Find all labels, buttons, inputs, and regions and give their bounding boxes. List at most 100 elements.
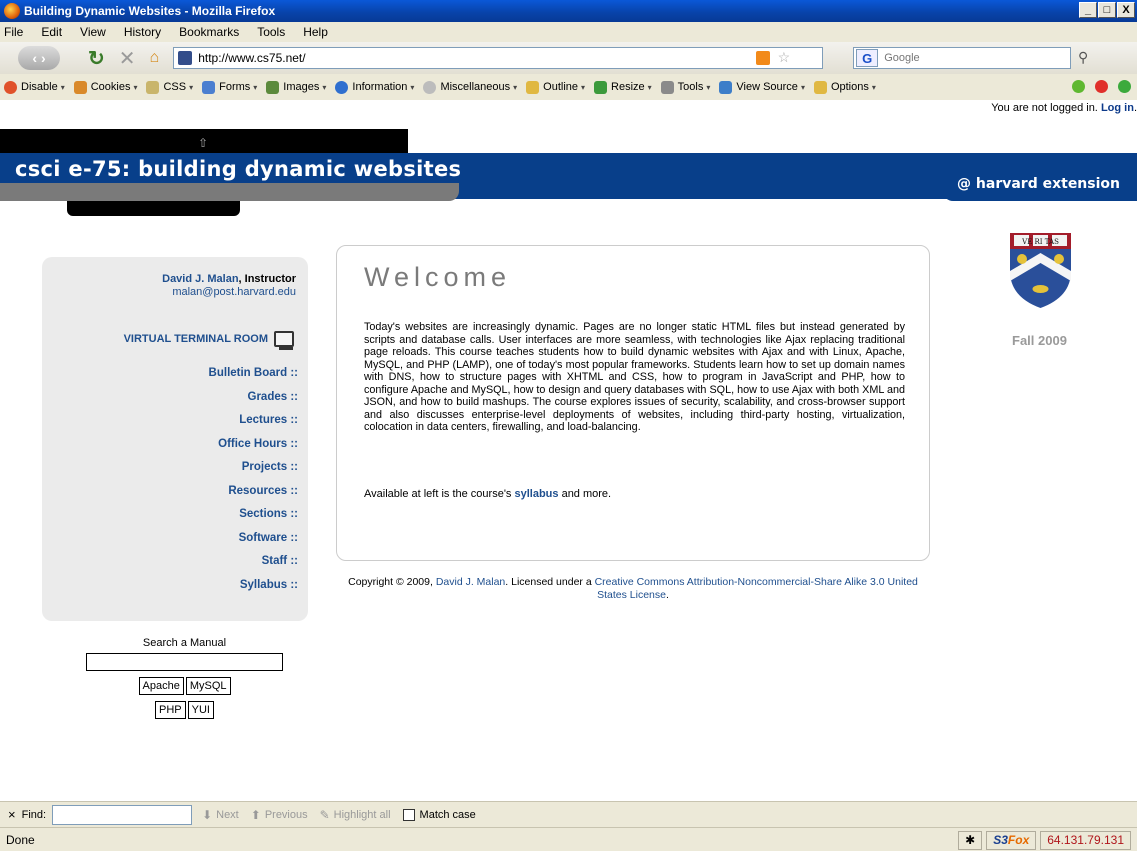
license-link[interactable]: Creative Commons Attribution-Noncommerci… bbox=[595, 576, 918, 601]
dev-resize-menu[interactable]: Resize ▾ bbox=[594, 80, 652, 94]
firebug-bug-icon[interactable]: ✱ bbox=[958, 830, 983, 850]
nav-bulletin-board[interactable]: Bulletin Board :: bbox=[209, 367, 298, 379]
close-button[interactable]: X bbox=[1117, 2, 1135, 18]
harvard-extension-label[interactable]: @ harvard extension bbox=[957, 176, 1120, 192]
yui-button[interactable]: YUI bbox=[187, 701, 214, 719]
maximize-button[interactable]: □ bbox=[1098, 2, 1116, 18]
highlight-all-label: Highlight all bbox=[333, 808, 391, 821]
menu-history[interactable]: History bbox=[124, 25, 161, 39]
dev-information-menu[interactable]: Information ▾ bbox=[335, 80, 414, 94]
virtual-terminal-room-link[interactable]: VIRTUAL TERMINAL ROOM bbox=[124, 331, 294, 350]
dev-options-menu[interactable]: Options ▾ bbox=[813, 80, 876, 94]
nav-software[interactable]: Software :: bbox=[239, 532, 298, 544]
find-input[interactable] bbox=[52, 804, 193, 825]
back-forward-button[interactable]: ‹ › bbox=[18, 46, 60, 70]
s3fox-button[interactable]: S3 Fox bbox=[986, 830, 1037, 850]
menu-view[interactable]: View bbox=[80, 25, 106, 39]
dev-view-source-menu[interactable]: View Source ▾ bbox=[719, 80, 805, 94]
s3fox-s3: S3 bbox=[993, 833, 1008, 847]
bookmark-star-icon[interactable]: ☆ bbox=[778, 49, 791, 66]
banner-top-bar: ⇧ bbox=[0, 129, 408, 153]
nav-syllabus[interactable]: Syllabus :: bbox=[240, 579, 298, 591]
syllabus-link[interactable]: syllabus bbox=[514, 488, 558, 500]
url-bar[interactable]: http://www.cs75.net/ ☆ bbox=[173, 47, 824, 69]
match-case-checkbox[interactable]: Match case bbox=[402, 808, 476, 821]
url-text: http://www.cs75.net/ bbox=[198, 51, 306, 65]
dev-miscellaneous-menu[interactable]: Miscellaneous ▾ bbox=[423, 80, 517, 94]
down-arrow-icon: ⬇ bbox=[202, 807, 213, 822]
reload-icon[interactable]: ↻ bbox=[88, 46, 105, 71]
highlight-all-button[interactable]: ✎ Highlight all bbox=[320, 808, 391, 822]
nav-lectures[interactable]: Lectures :: bbox=[239, 414, 298, 426]
search-icon[interactable]: ⚲ bbox=[1078, 49, 1088, 66]
window-controls: _ □ X bbox=[1079, 2, 1135, 18]
dev-forms-menu[interactable]: Forms ▾ bbox=[202, 80, 257, 94]
match-case-label: Match case bbox=[419, 808, 476, 821]
nav-sections[interactable]: Sections :: bbox=[239, 508, 298, 520]
menu-tools[interactable]: Tools bbox=[257, 25, 285, 39]
search-placeholder: Google bbox=[884, 52, 920, 64]
web-page: You are not logged in. Log in. ⇧ csci e-… bbox=[0, 100, 1137, 801]
site-favicon-icon bbox=[178, 51, 193, 65]
navigation-toolbar: ‹ › ↻ ✕ ⌂ http://www.cs75.net/ ☆ G Googl… bbox=[0, 42, 1137, 74]
find-previous-button[interactable]: ⬆ Previous bbox=[251, 808, 308, 822]
site-title[interactable]: csci e-75: building dynamic websites bbox=[15, 157, 461, 181]
highlighter-icon: ✎ bbox=[319, 807, 330, 822]
find-next-button[interactable]: ⬇ Next bbox=[202, 808, 239, 822]
sidebar: David J. Malan, Instructor malan@post.ha… bbox=[42, 257, 308, 621]
nav-resources[interactable]: Resources :: bbox=[228, 485, 298, 497]
php-button[interactable]: PHP bbox=[155, 701, 186, 719]
copyright-pre: Copyright © 2009, bbox=[348, 576, 436, 588]
error-icon[interactable] bbox=[1095, 80, 1108, 93]
find-close-icon[interactable]: × bbox=[8, 807, 16, 822]
welcome-heading: Welcome bbox=[364, 262, 512, 292]
term-label: Fall 2009 bbox=[1012, 333, 1067, 348]
checkbox-box[interactable] bbox=[402, 808, 415, 821]
login-link[interactable]: Log in bbox=[1101, 102, 1134, 114]
rss-feed-icon[interactable] bbox=[756, 51, 771, 65]
minimize-button[interactable]: _ bbox=[1079, 2, 1097, 18]
dev-disable-menu[interactable]: Disable ▾ bbox=[4, 80, 65, 94]
checkmark-icon[interactable] bbox=[1072, 80, 1085, 93]
copyright: Copyright © 2009, David J. Malan. Licens… bbox=[336, 576, 930, 602]
dev-css-menu[interactable]: CSS ▾ bbox=[146, 80, 193, 94]
menu-bar: File Edit View History Bookmarks Tools H… bbox=[0, 22, 1137, 42]
home-arrow-icon[interactable]: ⇧ bbox=[198, 136, 208, 150]
menu-help[interactable]: Help bbox=[303, 25, 328, 39]
nav-grades[interactable]: Grades :: bbox=[248, 391, 299, 403]
dev-label: Tools bbox=[677, 81, 704, 93]
dev-label: Options bbox=[830, 81, 869, 93]
menu-bookmarks[interactable]: Bookmarks bbox=[179, 25, 239, 39]
dev-status-icons bbox=[1072, 80, 1131, 93]
dev-label: Images bbox=[283, 81, 320, 93]
available-text-pre: Available at left is the course's bbox=[364, 488, 515, 500]
dev-tools-menu[interactable]: Tools ▾ bbox=[660, 80, 710, 94]
copyright-author-link[interactable]: David J. Malan bbox=[436, 576, 505, 588]
manual-search-input[interactable] bbox=[86, 653, 283, 671]
stop-icon[interactable]: ✕ bbox=[119, 46, 136, 71]
s3fox-fox: Fox bbox=[1007, 833, 1030, 847]
menu-file[interactable]: File bbox=[4, 25, 23, 39]
status-text: Done bbox=[6, 832, 35, 847]
apache-button[interactable]: Apache bbox=[138, 677, 184, 695]
instructor-name-link[interactable]: David J. Malan bbox=[162, 273, 238, 285]
dev-label: Information bbox=[352, 81, 408, 93]
nav-projects[interactable]: Projects :: bbox=[242, 461, 298, 473]
mysql-button[interactable]: MySQL bbox=[185, 677, 231, 695]
nav-staff[interactable]: Staff :: bbox=[262, 555, 298, 567]
dev-cookies-menu[interactable]: Cookies ▾ bbox=[73, 80, 137, 94]
home-icon[interactable]: ⌂ bbox=[150, 49, 160, 67]
instructor-info: David J. Malan, Instructor malan@post.ha… bbox=[162, 273, 296, 299]
nav-office-hours[interactable]: Office Hours :: bbox=[218, 438, 298, 450]
cookies-icon bbox=[73, 80, 87, 94]
dev-images-menu[interactable]: Images ▾ bbox=[266, 80, 326, 94]
available-text-post: and more. bbox=[558, 488, 612, 500]
menu-edit[interactable]: Edit bbox=[41, 25, 62, 39]
dev-outline-menu[interactable]: Outline ▾ bbox=[526, 80, 585, 94]
search-bar[interactable]: G Google ⚲ bbox=[853, 47, 1088, 69]
instructor-email-link[interactable]: malan@post.harvard.edu bbox=[172, 286, 296, 298]
copyright-mid: . Licensed under a bbox=[505, 576, 595, 588]
resize-icon bbox=[594, 80, 608, 94]
google-engine-icon[interactable]: G bbox=[856, 49, 879, 67]
valid-icon[interactable] bbox=[1118, 80, 1131, 93]
